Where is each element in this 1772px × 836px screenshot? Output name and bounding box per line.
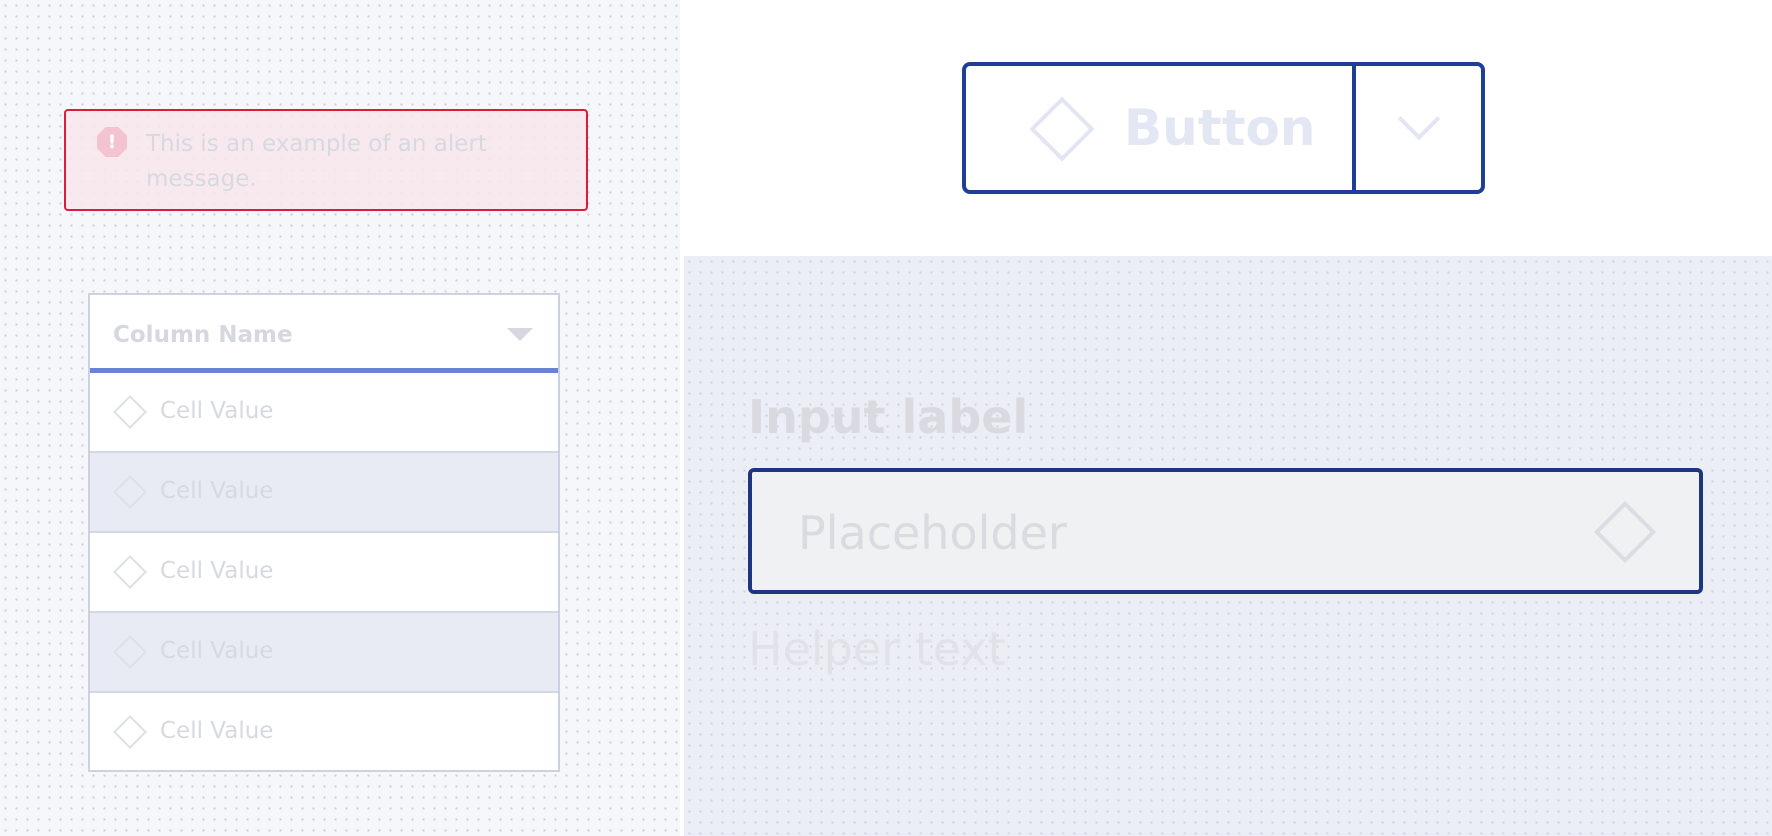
table-row[interactable]: Cell Value: [90, 373, 558, 453]
caret-down-icon[interactable]: [507, 328, 533, 341]
split-button: Button: [962, 62, 1485, 194]
diamond-icon: [113, 395, 147, 429]
table-row[interactable]: Cell Value: [90, 693, 558, 773]
data-table: Column Name Cell Value Cell Value Cell V…: [88, 293, 560, 772]
table-row[interactable]: Cell Value: [90, 613, 558, 693]
alert-message: This is an example of an alert message.: [146, 131, 487, 192]
table-row[interactable]: Cell Value: [90, 453, 558, 533]
diamond-icon: [1029, 96, 1095, 162]
chevron-down-icon[interactable]: [1397, 97, 1441, 141]
primary-button[interactable]: Button: [966, 66, 1356, 190]
diamond-icon: [113, 475, 147, 509]
diamond-icon: [113, 715, 147, 749]
left-canvas: ! This is an example of an alert message…: [0, 0, 680, 836]
table-header[interactable]: Column Name: [90, 295, 558, 373]
cell-value: Cell Value: [160, 718, 274, 744]
input-placeholder: Placeholder: [798, 506, 1067, 560]
button-label: Button: [1124, 99, 1316, 157]
input-label: Input label: [748, 390, 1029, 444]
diamond-icon: [1593, 500, 1657, 564]
table-row[interactable]: Cell Value: [90, 533, 558, 613]
diamond-icon: [113, 555, 147, 589]
cell-value: Cell Value: [160, 478, 274, 504]
text-input[interactable]: Placeholder: [748, 468, 1703, 594]
cell-value: Cell Value: [160, 638, 274, 664]
cell-value: Cell Value: [160, 398, 274, 424]
diamond-icon: [113, 635, 147, 669]
column-header-label: Column Name: [113, 322, 293, 348]
helper-text: Helper text: [748, 622, 1006, 676]
cell-value: Cell Value: [160, 558, 274, 584]
alert-banner: ! This is an example of an alert message…: [64, 109, 588, 211]
error-octagon-icon: !: [97, 127, 127, 157]
